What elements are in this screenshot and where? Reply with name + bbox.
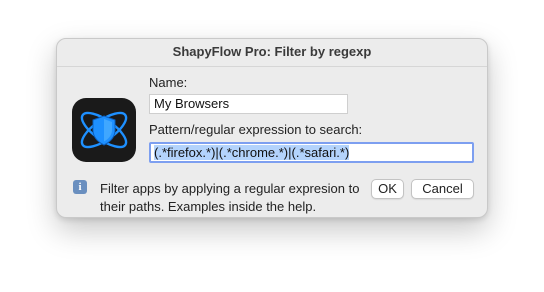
pattern-field[interactable]: (.*firefox.*)|(.*chrome.*)|(.*safari.*)	[149, 142, 474, 163]
filter-dialog: ShapyFlow Pro: Filter by regexp Name: My…	[56, 38, 488, 218]
shield-atom-icon	[80, 111, 128, 149]
cancel-button[interactable]: Cancel	[411, 179, 474, 199]
help-text: Filter apps by applying a regular expres…	[100, 181, 360, 214]
name-field[interactable]: My Browsers	[149, 94, 348, 114]
pattern-label: Pattern/regular expression to search:	[149, 122, 363, 137]
dialog-title: ShapyFlow Pro: Filter by regexp	[172, 44, 372, 59]
pattern-field-text: (.*firefox.*)|(.*chrome.*)|(.*safari.*)	[154, 145, 350, 160]
name-label: Name:	[149, 75, 188, 90]
ok-button[interactable]: OK	[371, 179, 404, 199]
title-separator	[57, 66, 487, 67]
app-icon	[72, 98, 136, 162]
info-icon: i	[73, 180, 87, 194]
